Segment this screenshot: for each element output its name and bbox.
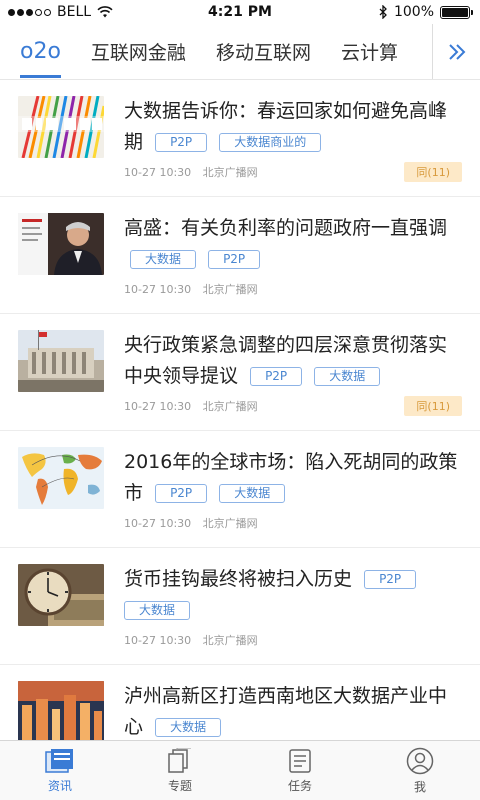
article-title: 货币挂钩最终将被扫入历史 (124, 568, 353, 590)
article-tag[interactable]: 大数据商业的 (219, 133, 322, 152)
article-source: 北京广播网 (202, 283, 258, 296)
nav-news[interactable]: 资讯 (0, 741, 120, 800)
article-title-block: 2016年的全球市场：陷入死胡同的政策市 P2P 大数据 (124, 447, 462, 509)
article-tag[interactable]: P2P (250, 367, 303, 386)
article-meta: 10-27 10:30 北京广播网 同(11) (124, 396, 462, 416)
wifi-icon (97, 6, 113, 18)
article-title-block: 大数据告诉你：春运回家如何避免高峰期 P2P 大数据商业的 (124, 96, 462, 158)
article-meta: 10-27 10:30 北京广播网 (124, 279, 462, 299)
nav-topics[interactable]: 专题 (120, 741, 240, 800)
article-content: 货币挂钩最终将被扫入历史 P2P 大数据 10-27 10:30 北京广播网 (124, 564, 462, 664)
central-bank-thumb (18, 330, 104, 392)
status-left: BELL (8, 4, 113, 20)
article-title-block: 泸州高新区打造西南地区大数据产业中心 大数据 (124, 681, 462, 740)
article-tag[interactable]: 大数据 (155, 718, 222, 737)
comment-count-badge: 同(11) (404, 162, 462, 182)
nav-tasks-label: 任务 (287, 778, 312, 793)
carrier-label: BELL (57, 4, 92, 20)
article-item[interactable]: 货币挂钩最终将被扫入历史 P2P 大数据 10-27 10:30 北京广播网 (0, 548, 480, 665)
article-item[interactable]: 2016年的全球市场：陷入死胡同的政策市 P2P 大数据 10-27 10:30… (0, 431, 480, 548)
article-title-block: 高盛：有关负利率的问题政府一直强调 大数据 P2P (124, 213, 462, 275)
article-tag[interactable]: P2P (155, 484, 208, 503)
article-tag[interactable]: 大数据 (124, 601, 191, 620)
nav-tasks[interactable]: 任务 (240, 741, 360, 800)
battery-percent: 100% (393, 4, 434, 20)
article-meta: 10-27 10:30 北京广播网 (124, 630, 462, 650)
world-map-thumb (18, 447, 104, 509)
status-bar: BELL 4:21 PM 100% (0, 0, 480, 24)
article-time: 10-27 10:30 (124, 166, 192, 179)
tab-internet-finance[interactable]: 互联网金融 (91, 38, 186, 65)
article-content: 泸州高新区打造西南地区大数据产业中心 大数据 (124, 681, 462, 740)
article-item[interactable]: 大数据告诉你：春运回家如何避免高峰期 P2P 大数据商业的 10-27 10:3… (0, 80, 480, 197)
article-meta: 10-27 10:30 北京广播网 同(11) (124, 162, 462, 182)
article-list: 大数据告诉你：春运回家如何避免高峰期 P2P 大数据商业的 10-27 10:3… (0, 80, 480, 740)
article-time: 10-27 10:30 (124, 283, 192, 296)
article-tag[interactable]: P2P (208, 250, 261, 269)
article-source: 北京广播网 (202, 166, 258, 179)
article-tag[interactable]: 大数据 (130, 250, 197, 269)
article-source: 北京广播网 (202, 400, 258, 413)
nav-profile-label: 我 (413, 779, 426, 794)
article-title-block: 央行政策紧急调整的四层深意贯彻落实中央领导提议 P2P 大数据 (124, 330, 462, 392)
article-item[interactable]: 高盛：有关负利率的问题政府一直强调 大数据 P2P 10-27 10:30 北京… (0, 197, 480, 314)
battery-icon (440, 5, 473, 19)
article-time: 10-27 10:30 (124, 400, 192, 413)
tasks-icon (289, 748, 311, 773)
city-thumb (18, 681, 104, 740)
article-tag[interactable]: P2P (364, 570, 417, 589)
topics-icon (168, 747, 191, 773)
article-meta: 10-27 10:30 北京广播网 (124, 513, 462, 533)
article-item[interactable]: 央行政策紧急调整的四层深意贯彻落实中央领导提议 P2P 大数据 10-27 10… (0, 314, 480, 431)
article-tag[interactable]: 大数据 (314, 367, 381, 386)
big-data-thumb (18, 96, 104, 158)
article-content: 2016年的全球市场：陷入死胡同的政策市 P2P 大数据 10-27 10:30… (124, 447, 462, 547)
profile-icon (406, 747, 434, 774)
signal-dots-icon (8, 8, 51, 16)
article-tag[interactable]: 大数据 (219, 484, 286, 503)
article-content: 央行政策紧急调整的四层深意贯彻落实中央领导提议 P2P 大数据 10-27 10… (124, 330, 462, 430)
tabs-more-button[interactable] (432, 24, 480, 79)
tab-o2o[interactable]: o2o (20, 39, 61, 78)
article-item[interactable]: 泸州高新区打造西南地区大数据产业中心 大数据 (0, 665, 480, 740)
article-source: 北京广播网 (202, 634, 258, 647)
nav-profile[interactable]: 我 (360, 741, 480, 800)
category-tabs: o2o 互联网金融 移动互联网 云计算 (0, 24, 480, 80)
article-content: 大数据告诉你：春运回家如何避免高峰期 P2P 大数据商业的 10-27 10:3… (124, 96, 462, 196)
article-time: 10-27 10:30 (124, 517, 192, 530)
article-content: 高盛：有关负利率的问题政府一直强调 大数据 P2P 10-27 10:30 北京… (124, 213, 462, 313)
nav-topics-label: 专题 (167, 778, 192, 793)
speaker-thumb (18, 213, 104, 275)
article-source: 北京广播网 (202, 517, 258, 530)
article-tag[interactable]: P2P (155, 133, 208, 152)
article-title-block: 货币挂钩最终将被扫入历史 P2P 大数据 (124, 564, 462, 626)
news-icon (45, 748, 73, 773)
tab-cloud-computing[interactable]: 云计算 (341, 38, 398, 65)
nav-news-label: 资讯 (47, 778, 72, 793)
bluetooth-icon (379, 5, 387, 19)
double-chevron-right-icon (448, 44, 465, 60)
tab-mobile-internet[interactable]: 移动互联网 (216, 38, 311, 65)
clock-money-thumb (18, 564, 104, 626)
status-right: 100% (379, 4, 473, 20)
bottom-nav: 资讯 专题 任务 我 (0, 740, 480, 800)
article-time: 10-27 10:30 (124, 634, 192, 647)
article-title: 高盛：有关负利率的问题政府一直强调 (124, 217, 448, 239)
comment-count-badge: 同(11) (404, 396, 462, 416)
